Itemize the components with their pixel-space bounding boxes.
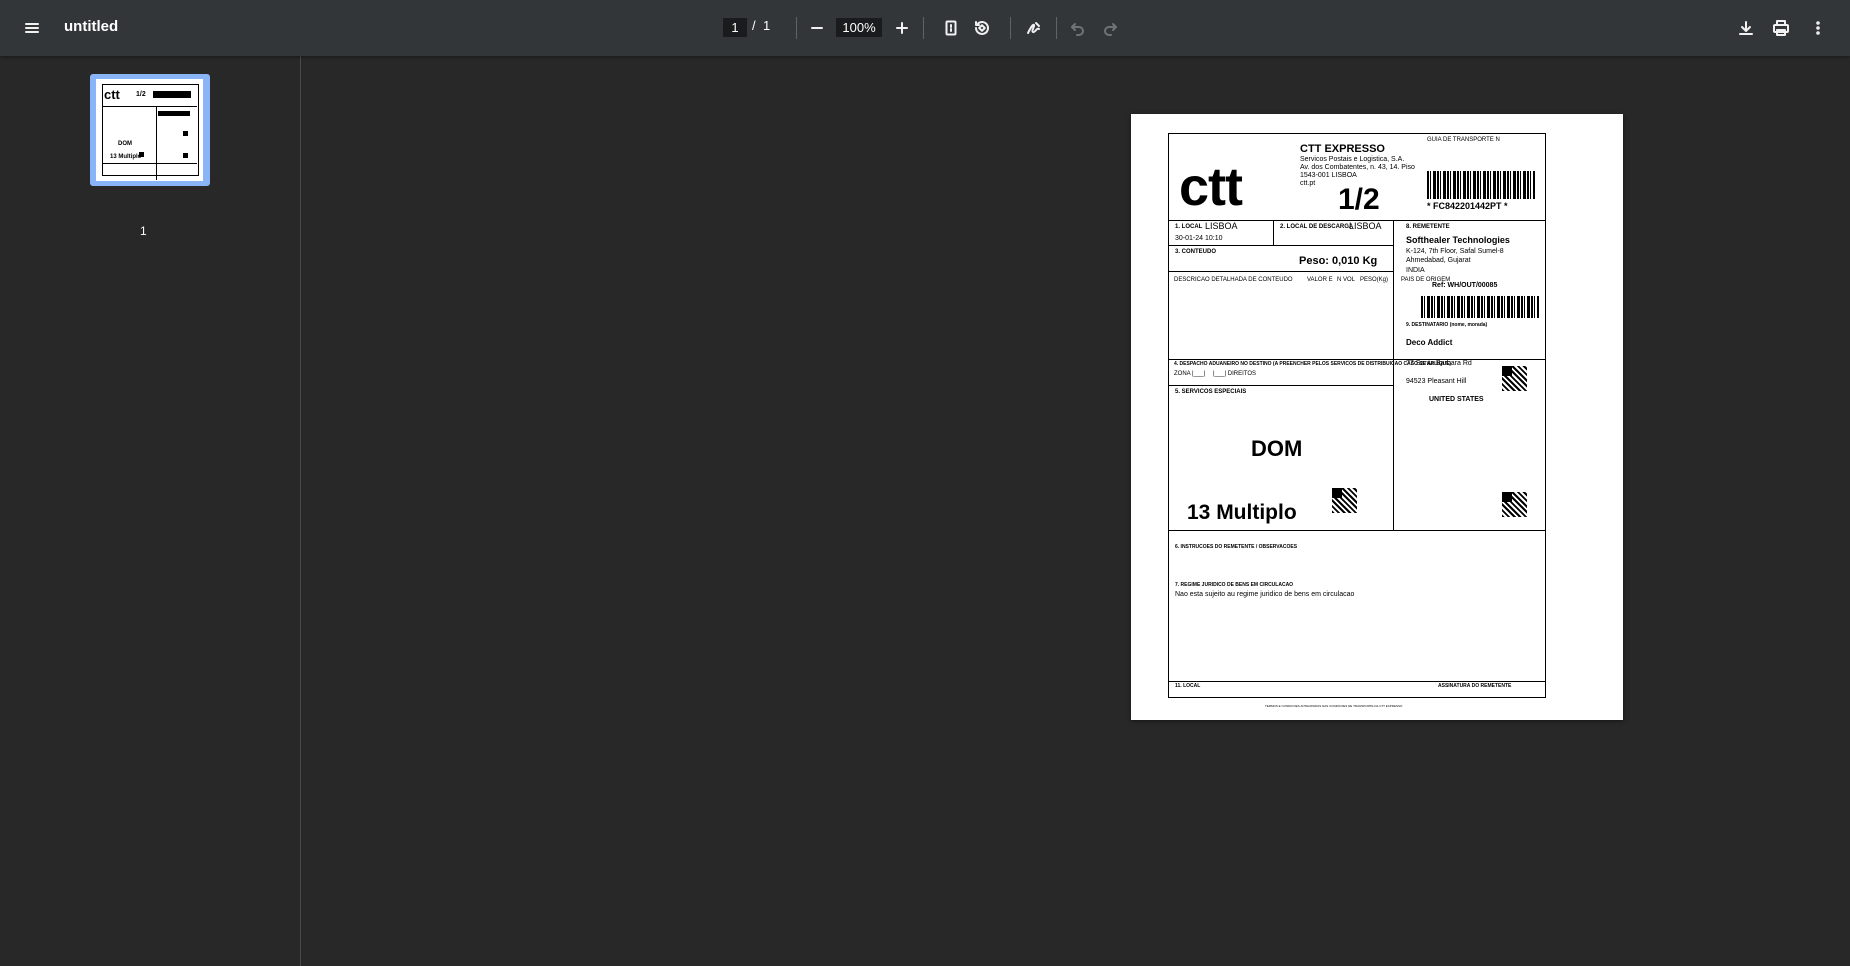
company-address-line: Av. dos Combatentes, n. 43, 14. Piso [1300, 164, 1415, 171]
divider [1273, 220, 1274, 245]
local-label: 1. LOCAL [1175, 224, 1203, 230]
company-website: ctt.pt [1300, 180, 1316, 187]
divider [1168, 681, 1545, 682]
zoom-out-icon[interactable] [801, 12, 833, 44]
toolbar-divider [923, 17, 924, 39]
zoom-in-icon[interactable] [886, 12, 918, 44]
download-icon[interactable] [1730, 12, 1762, 44]
thumbnail-preview: ctt 1/2 DOM 13 Multiplo [96, 79, 203, 181]
divider [1393, 220, 1394, 530]
fit-page-icon[interactable] [935, 12, 967, 44]
divider [1168, 530, 1545, 531]
reference: Ref: WH/OUT/00085 [1432, 282, 1498, 289]
destinatario-name: Deco Addict [1406, 338, 1453, 347]
multiplo: 13 Multiplo [1187, 501, 1297, 524]
divider [1168, 245, 1393, 246]
tracking-number: * FC842201442PT * [1427, 201, 1508, 211]
print-icon[interactable] [1765, 12, 1797, 44]
local-descarga-value: LISBOA [1349, 221, 1382, 231]
instrucoes-label: 6. INSTRUCOES DO REMETENTE / OBSERVACOES [1175, 544, 1298, 550]
destinatario-label: 9. DESTINATARIO (nome, morada) [1406, 322, 1488, 328]
local-descarga-label: 2. LOCAL DE DESCARGA [1280, 224, 1354, 230]
undo-icon[interactable] [1062, 12, 1094, 44]
page-number-input[interactable]: 1 [723, 18, 747, 37]
local-signature-label: 11. LOCAL [1175, 683, 1201, 689]
redo-icon[interactable] [1094, 12, 1126, 44]
valor-label: VALOR E [1307, 277, 1333, 283]
more-icon[interactable] [1802, 12, 1834, 44]
peso-label: PESO(Kg) [1360, 277, 1389, 283]
reference-barcode [1421, 296, 1539, 318]
remetente-address: Ahmedabad, Gujarat [1406, 257, 1471, 264]
zoom-level-input[interactable]: 100% [836, 18, 882, 37]
remetente-country: INDIA [1406, 267, 1425, 274]
remetente-address: K-124, 7th Floor, Safal Sumel-8 [1406, 248, 1504, 255]
toolbar-divider [1010, 17, 1011, 39]
remetente-name: Softhealer Technologies [1406, 235, 1510, 245]
page-separator: / [752, 18, 756, 33]
company-name: CTT EXPRESSO [1300, 143, 1385, 155]
divider [1168, 385, 1393, 386]
remetente-label: 8. REMETENTE [1406, 224, 1450, 230]
page-thumbnail[interactable]: ctt 1/2 DOM 13 Multiplo [90, 74, 210, 186]
pdf-toolbar: untitled 1 / 1 100% [0, 0, 1850, 56]
annotate-icon[interactable] [1018, 12, 1050, 44]
tracking-barcode [1427, 171, 1535, 199]
company-address-line: Servicos Postais e Logistica, S.A. [1300, 156, 1405, 163]
assinatura-label: ASSINATURA DO REMETENTE [1438, 683, 1512, 689]
descricao-label: DESCRICAO DETALHADA DE CONTEUDO [1174, 277, 1293, 283]
terms-footer: TERMOS E CONDICOES ANTECIPADAS DAS CONDI… [1265, 704, 1403, 708]
thumbnail-page-number: 1 [140, 224, 147, 238]
parcel-part: 1/2 [1338, 183, 1380, 216]
guia-label: GUIA DE TRANSPORTE N [1427, 137, 1500, 143]
regime-label: 7. REGIME JURIDICO DE BENS EM CIRCULACAO [1175, 582, 1294, 588]
service-code: DOM [1251, 436, 1303, 461]
document-title: untitled [64, 18, 119, 35]
servicos-label: 5. SERVICOS ESPECIAIS [1175, 389, 1247, 395]
destinatario-address: 94523 Pleasant Hill [1406, 378, 1467, 385]
destinatario-country: UNITED STATES [1429, 396, 1484, 403]
rotate-icon[interactable] [966, 12, 998, 44]
zona-field: ZONA |___| [1174, 371, 1206, 377]
pdf-page: ctt CTT EXPRESSO Servicos Postais e Logi… [1131, 114, 1623, 720]
nvol-label: N VOL [1337, 277, 1356, 283]
date-time: 30-01-24 10:10 [1175, 235, 1223, 242]
divider [1168, 271, 1393, 272]
qr-code [1331, 487, 1358, 514]
ctt-logo: ctt [1179, 157, 1243, 217]
weight: Peso: 0,010 Kg [1299, 255, 1378, 267]
document-viewer: ctt CTT EXPRESSO Servicos Postais e Logi… [301, 56, 1850, 966]
qr-code [1501, 365, 1528, 392]
page-total: 1 [763, 18, 771, 33]
regime-value: Nao esta sujeito au regime juridico de b… [1175, 591, 1355, 598]
toolbar-divider [1056, 17, 1057, 39]
direitos-field: |___| DIREITOS [1213, 371, 1257, 377]
local-value: LISBOA [1205, 221, 1238, 231]
conteudo-label: 3. CONTEUDO [1175, 249, 1217, 255]
company-address-line: 1543-001 LISBOA [1300, 172, 1357, 179]
divider [1168, 359, 1545, 360]
toolbar-divider [796, 17, 797, 39]
menu-icon[interactable] [16, 12, 48, 44]
qr-code [1501, 491, 1528, 518]
thumbnail-sidebar: ctt 1/2 DOM 13 Multiplo 1 [0, 56, 301, 966]
destinatario-address: 77 Santa Barbara Rd [1406, 360, 1472, 367]
